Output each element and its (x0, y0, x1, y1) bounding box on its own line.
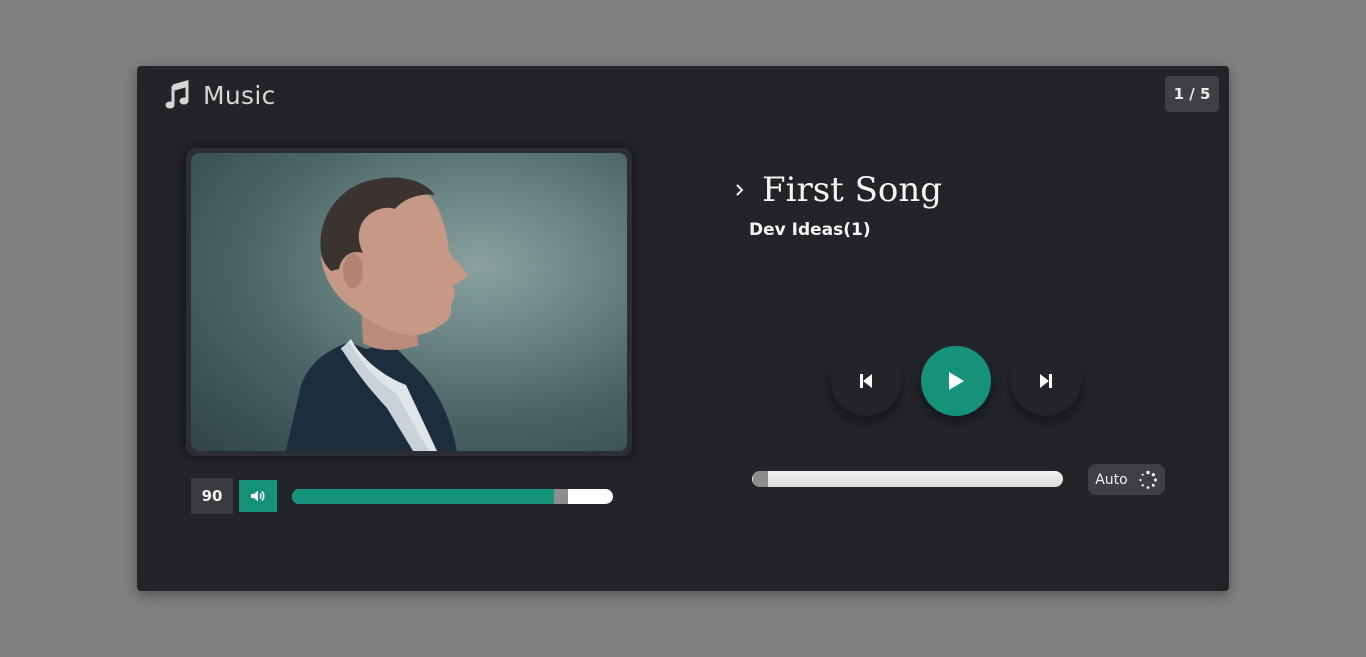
app-title: Music (203, 80, 276, 110)
play-button[interactable] (921, 346, 991, 416)
previous-button[interactable] (831, 346, 901, 416)
auto-label: Auto (1095, 471, 1128, 488)
skip-next-icon (1040, 374, 1052, 388)
progress-thumb[interactable] (753, 471, 768, 487)
next-button[interactable] (1011, 346, 1081, 416)
auto-play-button[interactable]: Auto (1088, 464, 1165, 495)
artist-name: Dev Ideas(1) (749, 220, 871, 240)
music-player-card: Music 1 / 5 90 First Song Dev Ideas(1) A… (137, 66, 1229, 591)
chevron-right-icon (736, 184, 744, 196)
album-cover-frame (186, 148, 632, 456)
volume-slider-thumb[interactable] (554, 489, 568, 504)
speaker-icon (251, 490, 265, 502)
volume-slider-fill (292, 489, 554, 504)
music-note-icon (165, 80, 189, 109)
loading-dots-icon (1139, 470, 1157, 489)
volume-value: 90 (191, 478, 233, 514)
track-counter: 1 / 5 (1165, 76, 1219, 112)
skip-previous-icon (860, 374, 872, 388)
play-icon (949, 372, 964, 390)
album-cover-image (191, 153, 627, 451)
app-header: Music (165, 80, 276, 110)
volume-slider[interactable] (292, 489, 613, 504)
song-progress-bar[interactable] (752, 471, 1063, 487)
mute-button[interactable] (239, 480, 277, 512)
song-title: First Song (762, 170, 943, 210)
